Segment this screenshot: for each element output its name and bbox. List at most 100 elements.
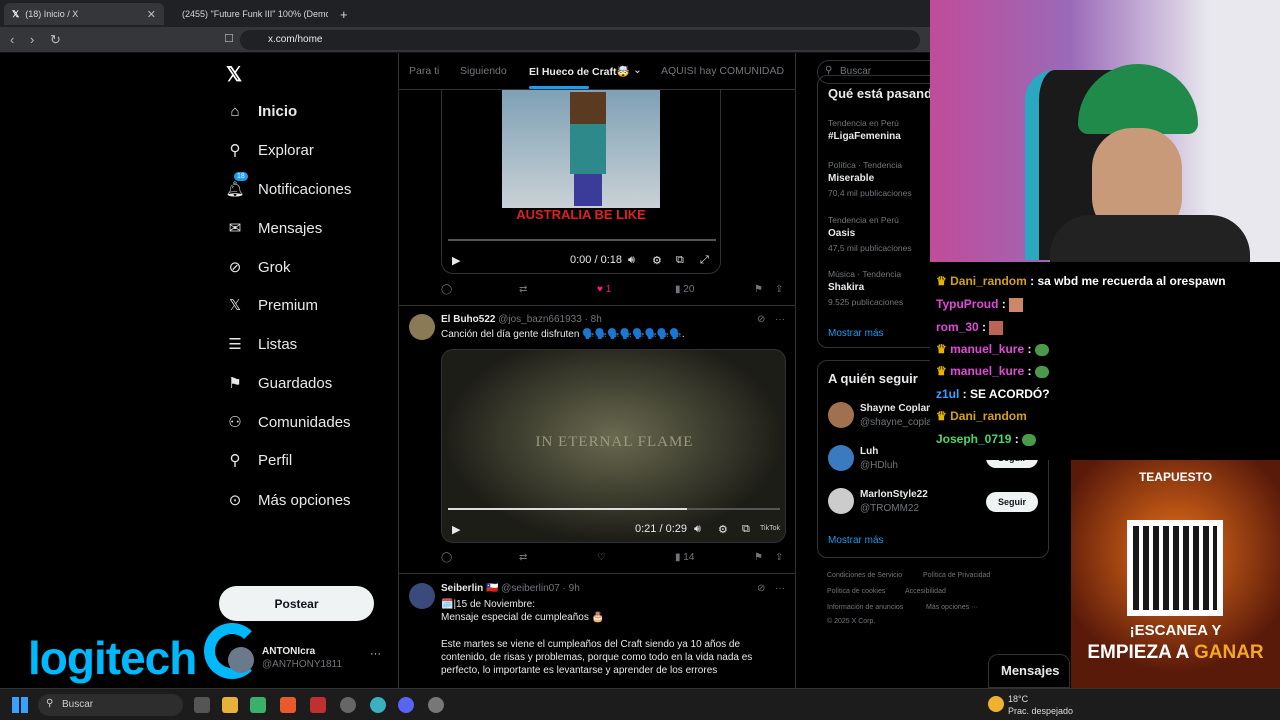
ad-highlight: GANAR (1193, 642, 1264, 663)
brave-icon[interactable] (280, 697, 296, 713)
weather-widget[interactable]: 18°C Prac. despejado (988, 692, 1073, 718)
store-icon[interactable] (250, 697, 266, 713)
avatar[interactable] (409, 314, 435, 340)
taskbar-search[interactable]: ⚲ Buscar (38, 694, 183, 716)
trend-name[interactable]: #LigaFemenina (828, 131, 901, 142)
settings-icon[interactable] (428, 697, 444, 713)
views-icon[interactable]: ▮ 14 (675, 552, 694, 563)
show-more-link[interactable]: Mostrar más (828, 328, 884, 339)
nav-item-listas[interactable]: ☰ Listas (226, 335, 297, 354)
follow-name[interactable]: Shayne Coplan (860, 403, 932, 414)
nav-item-notificaciones[interactable]: 🔔︎ 18 Notificaciones (225, 172, 351, 198)
reply-icon[interactable]: ◯ (441, 284, 452, 295)
avatar[interactable] (828, 402, 854, 428)
file-explorer-icon[interactable] (222, 697, 238, 713)
windows-start-icon[interactable] (12, 697, 28, 713)
settings-icon[interactable]: ⚙ (652, 254, 662, 267)
nav-item-mensajes[interactable]: ✉ Mensajes (226, 219, 323, 238)
discord-icon[interactable] (398, 697, 414, 713)
tab-siguiendo[interactable]: Siguiendo (460, 65, 507, 77)
more-icon[interactable]: ··· (775, 583, 785, 594)
messages-drawer[interactable]: Mensajes (988, 654, 1070, 688)
reload-icon[interactable]: ↻ (50, 32, 61, 48)
pip-icon[interactable]: ⧉ (742, 523, 750, 536)
grok-icon[interactable]: ⊘ (757, 314, 765, 325)
back-icon[interactable]: ‹ (10, 32, 14, 47)
nav-item-explorar[interactable]: ⚲ Explorar (226, 141, 314, 160)
bookmark-icon[interactable]: ⚑ (754, 552, 763, 563)
video-player[interactable]: AUSTRALIA BE LIKE ▶ 0:00 / 0:18 🔊︎ ⚙ ⧉ ⤢ (441, 90, 721, 274)
footer-link[interactable]: Información de anuncios (827, 604, 903, 611)
trend-name[interactable]: Miserable (828, 173, 874, 184)
close-icon[interactable]: ✕ (147, 8, 156, 21)
show-more-link[interactable]: Mostrar más (828, 535, 884, 546)
avatar[interactable] (828, 488, 854, 514)
nav-item-inicio[interactable]: ⌂ Inicio (226, 102, 297, 120)
volume-icon[interactable]: 🔊︎ (694, 523, 701, 536)
tab-x-home[interactable]: 𝕏 (18) Inicio / X ✕ (4, 3, 164, 25)
volume-icon[interactable]: 🔊︎ (628, 254, 635, 267)
nav-item-comunidades[interactable]: ⚇ Comunidades (226, 413, 350, 432)
grok-icon[interactable]: ⊘ (757, 583, 765, 594)
task-view-icon[interactable] (194, 697, 210, 713)
follow-name[interactable]: Luh (860, 446, 878, 457)
repost-icon[interactable]: ⇄ (519, 552, 527, 563)
avatar[interactable] (828, 445, 854, 471)
divider (399, 305, 795, 306)
nav-item-grok[interactable]: ⊘ Grok (226, 258, 291, 277)
more-icon[interactable]: ··· (370, 648, 381, 660)
new-tab-button[interactable]: + (332, 3, 356, 25)
follow-button[interactable]: Seguir (986, 492, 1038, 512)
tab-aquisi-hay-comunidad[interactable]: AQUISI hay COMUNIDAD (661, 65, 784, 77)
nav-item-mas-opciones[interactable]: ⊙ Más opciones (226, 491, 351, 510)
x-logo-icon[interactable]: 𝕏 (226, 62, 242, 87)
app-icon[interactable] (310, 697, 326, 713)
tab-para-ti[interactable]: Para ti (409, 65, 439, 77)
obs-icon[interactable] (340, 697, 356, 713)
nav-item-guardados[interactable]: ⚑ Guardados (226, 374, 332, 393)
nav-item-premium[interactable]: 𝕏 Premium (226, 296, 318, 315)
nav-item-perfil[interactable]: ⚲ Perfil (226, 451, 293, 470)
video-player[interactable]: IN ETERNAL FLAME ▶ 0:21 / 0:29 🔊︎ ⚙ ⧉ Ti… (441, 349, 786, 543)
bookmark-icon[interactable]: ⚑ (754, 284, 763, 295)
views-icon[interactable]: ▮ 20 (675, 284, 694, 295)
video-caption: IN ETERNAL FLAME (535, 434, 694, 450)
footer-link[interactable]: Condiciones de Servicio (827, 572, 902, 579)
like-icon[interactable]: ♥ 1 (597, 284, 611, 295)
bookmark-page-icon[interactable]: ☐ (224, 32, 234, 45)
forward-icon[interactable]: › (30, 32, 34, 47)
avatar[interactable] (409, 583, 435, 609)
repost-icon[interactable]: ⇄ (519, 284, 527, 295)
app-icon[interactable] (370, 697, 386, 713)
trend-name[interactable]: Oasis (828, 228, 855, 239)
like-icon[interactable]: ♡ (597, 552, 606, 563)
settings-icon[interactable]: ⚙ (718, 523, 728, 536)
footer-link[interactable]: Política de cookies (827, 588, 885, 595)
footer-link[interactable]: Accesibilidad (905, 588, 946, 595)
pip-icon[interactable]: ⧉ (676, 254, 684, 267)
trend-name[interactable]: Shakira (828, 282, 864, 293)
post-button[interactable]: Postear (219, 586, 374, 621)
tab-youtube[interactable]: (2455) "Future Funk III" 100% (Demo (168, 3, 328, 25)
reply-icon[interactable]: ◯ (441, 552, 452, 563)
account-switcher[interactable]: ANTONIcra @AN7HONY1811 ··· (228, 643, 388, 679)
share-icon[interactable]: ⇪ (775, 552, 783, 563)
nav-label: Perfil (258, 451, 293, 469)
video-progress[interactable] (448, 239, 716, 241)
url-field[interactable]: x.com/home (240, 30, 920, 50)
play-icon[interactable]: ▶ (452, 523, 460, 536)
footer-link[interactable]: Política de Privacidad (923, 572, 990, 579)
footer-link[interactable]: Más opciones ··· (926, 604, 978, 611)
trend-count: 70,4 mil publicaciones (828, 188, 912, 198)
tab-el-hueco-de-craft[interactable]: El Hueco de Craft🤯 (529, 65, 630, 78)
fullscreen-icon[interactable]: ⤢ (700, 254, 709, 267)
chevron-down-icon[interactable]: ⌄ (633, 64, 642, 76)
video-progress[interactable] (448, 508, 780, 510)
tweet-author[interactable]: El Buho522 @jos_bazn661933 · 8h (441, 314, 602, 325)
play-icon[interactable]: ▶ (452, 254, 460, 267)
follow-name[interactable]: MarlonStyle22 (860, 489, 928, 500)
tweet-author[interactable]: Seiberlin 🇨🇱 @seiberlin07 · 9h (441, 583, 580, 594)
share-icon[interactable]: ⇪ (775, 284, 783, 295)
logitech-logo: logitech (28, 632, 197, 684)
more-icon[interactable]: ··· (775, 314, 785, 325)
